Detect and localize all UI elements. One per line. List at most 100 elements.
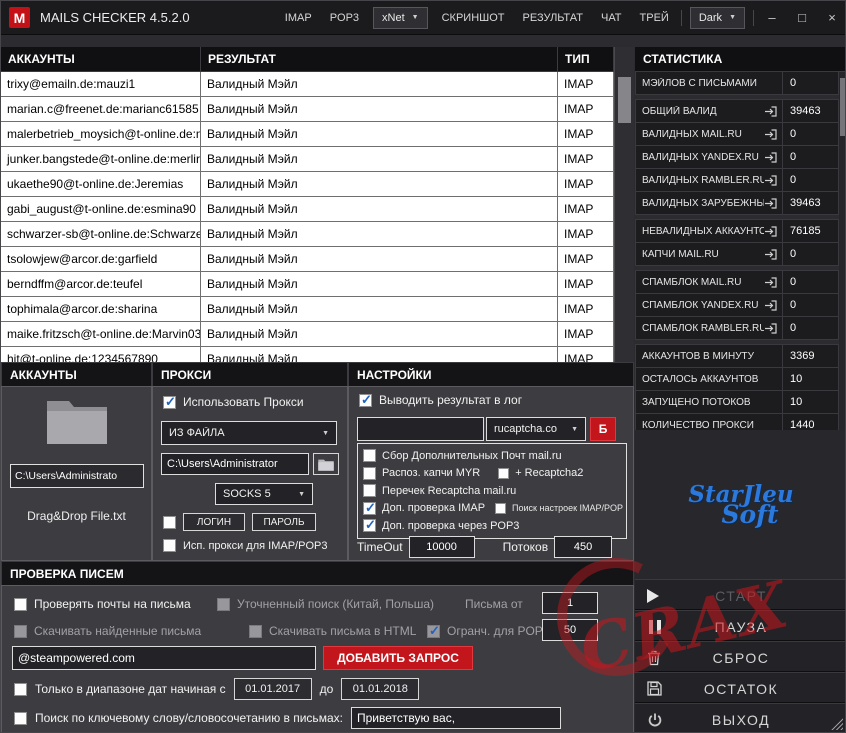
table-row[interactable]: schwarzer-sb@t-online.de:Schwarzer Валид… bbox=[1, 222, 634, 247]
remainder-label: ОСТАТОК bbox=[703, 680, 779, 697]
stats-scrollbar[interactable] bbox=[839, 72, 845, 430]
stat-label: ВАЛИДНЫХ ЗАРУБЕЖНЫХ bbox=[642, 197, 764, 209]
log-output-checkbox[interactable]: ✓ bbox=[359, 392, 372, 407]
mailcheck-panel: ✓ Проверять почты на письма ✓ Уточненный… bbox=[1, 585, 634, 732]
export-arrow-icon[interactable] bbox=[764, 128, 777, 140]
export-arrow-icon[interactable] bbox=[764, 105, 777, 117]
keyword-input[interactable] bbox=[350, 707, 561, 729]
pop3-limit-checkbox[interactable]: ✓ bbox=[427, 623, 440, 638]
date-range-label: Только в диапазоне дат начиная с bbox=[35, 682, 226, 696]
export-arrow-icon[interactable] bbox=[764, 299, 777, 311]
table-row[interactable]: tsolowjew@arcor.de:garfield Валидный Мэй… bbox=[1, 247, 634, 272]
stat-label-cell: НЕВАЛИДНЫХ АККАУНТОВ bbox=[636, 220, 782, 242]
threads-input[interactable] bbox=[554, 536, 613, 558]
menu-chat[interactable]: ЧАТ bbox=[592, 1, 631, 34]
collect-extra-mail-checkbox[interactable]: ✓ bbox=[363, 449, 376, 463]
table-row[interactable]: berndffm@arcor.de:teufel Валидный Мэйл I… bbox=[1, 272, 634, 297]
add-query-button[interactable]: ДОБАВИТЬ ЗАПРОС bbox=[323, 646, 473, 670]
timeout-input[interactable] bbox=[408, 536, 475, 558]
check-letters-checkbox[interactable]: ✓ bbox=[14, 597, 27, 611]
date-from-button[interactable]: 01.01.2017 bbox=[233, 678, 312, 700]
reset-button[interactable]: СБРОС bbox=[635, 641, 845, 672]
accounts-file-path[interactable]: C:\Users\Administrato bbox=[10, 464, 144, 488]
date-range-checkbox[interactable]: ✓ bbox=[14, 682, 27, 696]
proxy-password-button[interactable]: ПАРОЛЬ bbox=[252, 513, 316, 531]
search-query-input[interactable] bbox=[12, 646, 316, 670]
cell-type: IMAP bbox=[558, 322, 614, 347]
table-scrollbar[interactable] bbox=[614, 47, 634, 362]
proxy-auth-checkbox[interactable]: ✓ bbox=[163, 515, 176, 529]
table-row[interactable]: trixy@emailn.de:mauzi1 Валидный Мэйл IMA… bbox=[1, 72, 634, 97]
recognize-captcha-checkbox[interactable]: ✓ bbox=[363, 466, 376, 480]
extra-pop3-check-checkbox[interactable]: ✓ bbox=[363, 517, 376, 533]
menu-result[interactable]: РЕЗУЛЬТАТ bbox=[514, 1, 592, 34]
close-button[interactable]: × bbox=[817, 1, 845, 34]
cell-account: hit@t-online.de:1234567890 bbox=[1, 347, 201, 362]
captcha-key-input[interactable] bbox=[357, 417, 484, 441]
keyword-search-checkbox[interactable]: ✓ bbox=[14, 711, 27, 725]
download-found-checkbox[interactable]: ✓ bbox=[14, 624, 27, 638]
table-row[interactable]: maike.fritzsch@t-online.de:Marvin03 Вали… bbox=[1, 322, 634, 347]
table-row[interactable]: marian.c@freenet.de:marianc61585 Валидны… bbox=[1, 97, 634, 122]
menu-screenshot[interactable]: СКРИНШОТ bbox=[433, 1, 514, 34]
search-imap-pop-settings-checkbox[interactable]: ✓ bbox=[495, 502, 507, 514]
stat-value: 0 bbox=[782, 169, 838, 191]
menu-tray[interactable]: ТРЕЙ bbox=[631, 1, 678, 34]
column-header-accounts[interactable]: АККАУНТЫ bbox=[1, 47, 201, 72]
export-arrow-icon[interactable] bbox=[764, 151, 777, 163]
stats-scrollbar-thumb[interactable] bbox=[840, 78, 845, 136]
export-arrow-icon[interactable] bbox=[764, 225, 777, 237]
column-header-result[interactable]: РЕЗУЛЬТАТ bbox=[201, 47, 558, 72]
table-scrollbar-thumb[interactable] bbox=[618, 77, 631, 123]
captcha-service-select[interactable]: rucaptcha.co ▼ bbox=[486, 417, 586, 441]
export-arrow-icon[interactable] bbox=[764, 276, 777, 288]
export-arrow-icon[interactable] bbox=[764, 322, 777, 334]
cell-result: Валидный Мэйл bbox=[201, 72, 558, 97]
cell-result: Валидный Мэйл bbox=[201, 97, 558, 122]
recheck-recaptcha-checkbox[interactable]: ✓ bbox=[363, 484, 376, 498]
pause-button[interactable]: ПАУЗА bbox=[635, 610, 845, 641]
folder-icon[interactable] bbox=[46, 395, 108, 450]
proxy-path-input[interactable] bbox=[161, 453, 309, 475]
export-arrow-icon[interactable] bbox=[764, 197, 777, 209]
table-row[interactable]: junker.bangstede@t-online.de:merlir Вали… bbox=[1, 147, 634, 172]
stat-label-cell: ВАЛИДНЫХ RAMBLER.RU bbox=[636, 169, 782, 191]
chevron-down-icon: ▼ bbox=[322, 429, 329, 437]
letters-from-input[interactable] bbox=[542, 592, 598, 614]
table-row[interactable]: ukaethe90@t-online.de:Jeremias Валидный … bbox=[1, 172, 634, 197]
theme-dropdown[interactable]: Dark ▼ bbox=[689, 6, 745, 29]
cell-account: marian.c@freenet.de:marianc61585 bbox=[1, 97, 201, 122]
table-row[interactable]: gabi_august@t-online.de:esmina90 Валидны… bbox=[1, 197, 634, 222]
proxy-type-select[interactable]: SOCKS 5 ▼ bbox=[215, 483, 313, 505]
extra-imap-check-checkbox[interactable]: ✓ bbox=[363, 500, 376, 515]
use-proxy-checkbox[interactable]: ✓ bbox=[163, 394, 176, 409]
refined-search-checkbox[interactable]: ✓ bbox=[217, 597, 230, 611]
export-arrow-icon[interactable] bbox=[764, 174, 777, 186]
proxy-source-select[interactable]: ИЗ ФАЙЛА ▼ bbox=[161, 421, 337, 445]
stat-row: СПАМБЛОК YANDEX.RU 0 bbox=[635, 293, 839, 317]
menu-xnet-dropdown[interactable]: xNet ▼ bbox=[373, 6, 428, 29]
table-row[interactable]: hit@t-online.de:1234567890 Валидный Мэйл… bbox=[1, 347, 634, 362]
column-header-type[interactable]: ТИП bbox=[558, 47, 614, 72]
stat-label-cell: ВАЛИДНЫХ ЗАРУБЕЖНЫХ bbox=[636, 192, 782, 214]
exit-button[interactable]: ВЫХОД bbox=[635, 703, 845, 732]
recaptcha2-checkbox[interactable]: ✓ bbox=[498, 467, 510, 479]
proxy-browse-button[interactable] bbox=[313, 453, 339, 475]
menu-pop3[interactable]: POP3 bbox=[321, 1, 368, 34]
cell-type: IMAP bbox=[558, 222, 614, 247]
minimize-button[interactable]: – bbox=[757, 1, 787, 34]
balance-button[interactable]: Б bbox=[590, 417, 616, 441]
remainder-button[interactable]: ОСТАТОК bbox=[635, 672, 845, 703]
export-arrow-icon[interactable] bbox=[764, 248, 777, 260]
download-html-checkbox[interactable]: ✓ bbox=[249, 624, 262, 638]
proxy-login-button[interactable]: ЛОГИН bbox=[183, 513, 245, 531]
table-row[interactable]: tophimala@arcor.de:sharina Валидный Мэйл… bbox=[1, 297, 634, 322]
pop3-limit-input[interactable] bbox=[542, 619, 598, 641]
menu-imap[interactable]: IMAP bbox=[276, 1, 321, 34]
resize-grip-icon[interactable] bbox=[830, 717, 843, 730]
start-button[interactable]: СТАРТ bbox=[635, 579, 845, 610]
maximize-button[interactable]: □ bbox=[787, 1, 817, 34]
date-to-button[interactable]: 01.01.2018 bbox=[341, 678, 420, 700]
table-row[interactable]: malerbetrieb_moysich@t-online.de:m Валид… bbox=[1, 122, 634, 147]
proxy-for-imap-pop3-checkbox[interactable]: ✓ bbox=[163, 539, 176, 552]
